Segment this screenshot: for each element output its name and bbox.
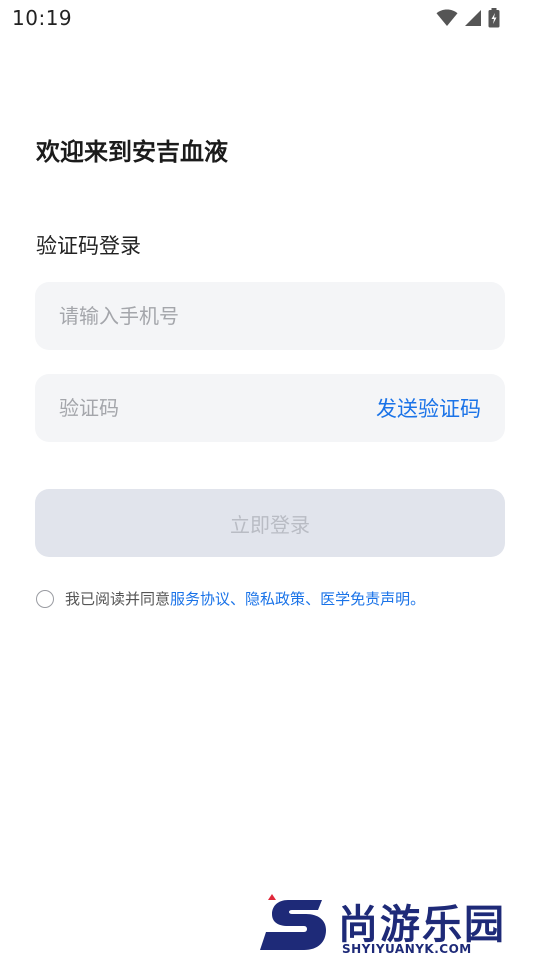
medical-disclaimer-link[interactable]: 医学免责声明	[320, 588, 410, 609]
verification-code-field[interactable]: 发送验证码	[35, 374, 505, 442]
status-bar: 10:19	[0, 0, 540, 36]
watermark: 尚游乐园 SHYIYUANYK.COM	[260, 890, 540, 960]
watermark-url: SHYIYUANYK.COM	[342, 942, 472, 956]
welcome-title: 欢迎来到安吉血液	[36, 138, 228, 166]
battery-charging-icon	[488, 8, 500, 32]
phone-input[interactable]	[59, 304, 481, 328]
login-mode-title: 验证码登录	[36, 234, 141, 258]
privacy-policy-link[interactable]: 隐私政策	[245, 588, 305, 609]
send-code-button[interactable]: 发送验证码	[376, 393, 481, 423]
phone-field[interactable]	[35, 282, 505, 350]
wifi-icon	[436, 9, 458, 31]
login-button[interactable]: 立即登录	[35, 489, 505, 557]
status-time: 10:19	[12, 6, 73, 30]
agreement-separator: 、	[305, 590, 321, 608]
status-icons	[436, 8, 500, 32]
signal-icon	[464, 9, 482, 31]
agreement-separator: 、	[230, 590, 246, 608]
agreement-prefix: 我已阅读并同意	[65, 590, 171, 608]
agreement-checkbox[interactable]	[36, 589, 54, 608]
verification-code-input[interactable]	[59, 396, 376, 420]
service-agreement-link[interactable]: 服务协议	[170, 588, 230, 609]
agreement-suffix: 。	[410, 590, 426, 608]
agreement-row: 我已阅读并同意 服务协议 、 隐私政策 、 医学免责声明 。	[36, 588, 425, 609]
